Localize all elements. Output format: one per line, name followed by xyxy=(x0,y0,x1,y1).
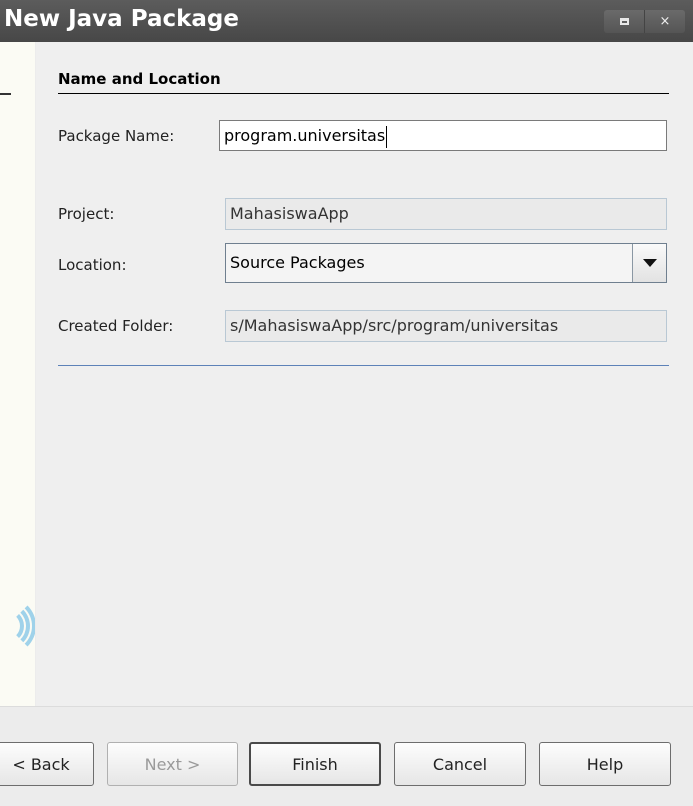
close-button[interactable]: × xyxy=(645,10,685,33)
created-folder-label: Created Folder: xyxy=(58,317,174,335)
package-name-value: program.universitas xyxy=(224,126,386,145)
section-title: Name and Location xyxy=(58,70,221,88)
window-controls: × xyxy=(604,10,685,33)
location-label: Location: xyxy=(58,256,127,274)
back-button[interactable]: < Back xyxy=(0,742,94,786)
help-button[interactable]: Help xyxy=(539,742,671,786)
title-bar: New Java Package × xyxy=(0,0,693,42)
project-field: MahasiswaApp xyxy=(225,198,667,230)
location-dropdown-button[interactable] xyxy=(632,244,666,282)
package-name-label: Package Name: xyxy=(58,127,175,145)
button-bar: < Back Next > Finish Cancel Help xyxy=(0,706,693,806)
created-folder-field: s/MahasiswaApp/src/program/universitas xyxy=(225,310,667,342)
window-title: New Java Package xyxy=(4,6,239,32)
content-separator xyxy=(58,365,669,366)
project-label: Project: xyxy=(58,205,115,223)
close-icon: × xyxy=(659,14,671,29)
wizard-content: Name and Location Package Name: program.… xyxy=(36,42,693,706)
cancel-button[interactable]: Cancel xyxy=(394,742,526,786)
finish-button[interactable]: Finish xyxy=(249,742,381,786)
location-select[interactable]: Source Packages xyxy=(225,243,667,283)
maximize-button[interactable] xyxy=(604,10,645,33)
wizard-steps-panel xyxy=(0,42,35,706)
package-name-input[interactable]: program.universitas xyxy=(219,120,667,151)
location-value: Source Packages xyxy=(230,253,365,272)
text-caret xyxy=(386,125,388,148)
maximize-icon xyxy=(619,18,629,25)
next-button[interactable]: Next > xyxy=(107,742,238,786)
step-indicator-line xyxy=(0,93,11,95)
section-divider xyxy=(58,93,669,94)
chevron-down-icon xyxy=(642,259,657,267)
